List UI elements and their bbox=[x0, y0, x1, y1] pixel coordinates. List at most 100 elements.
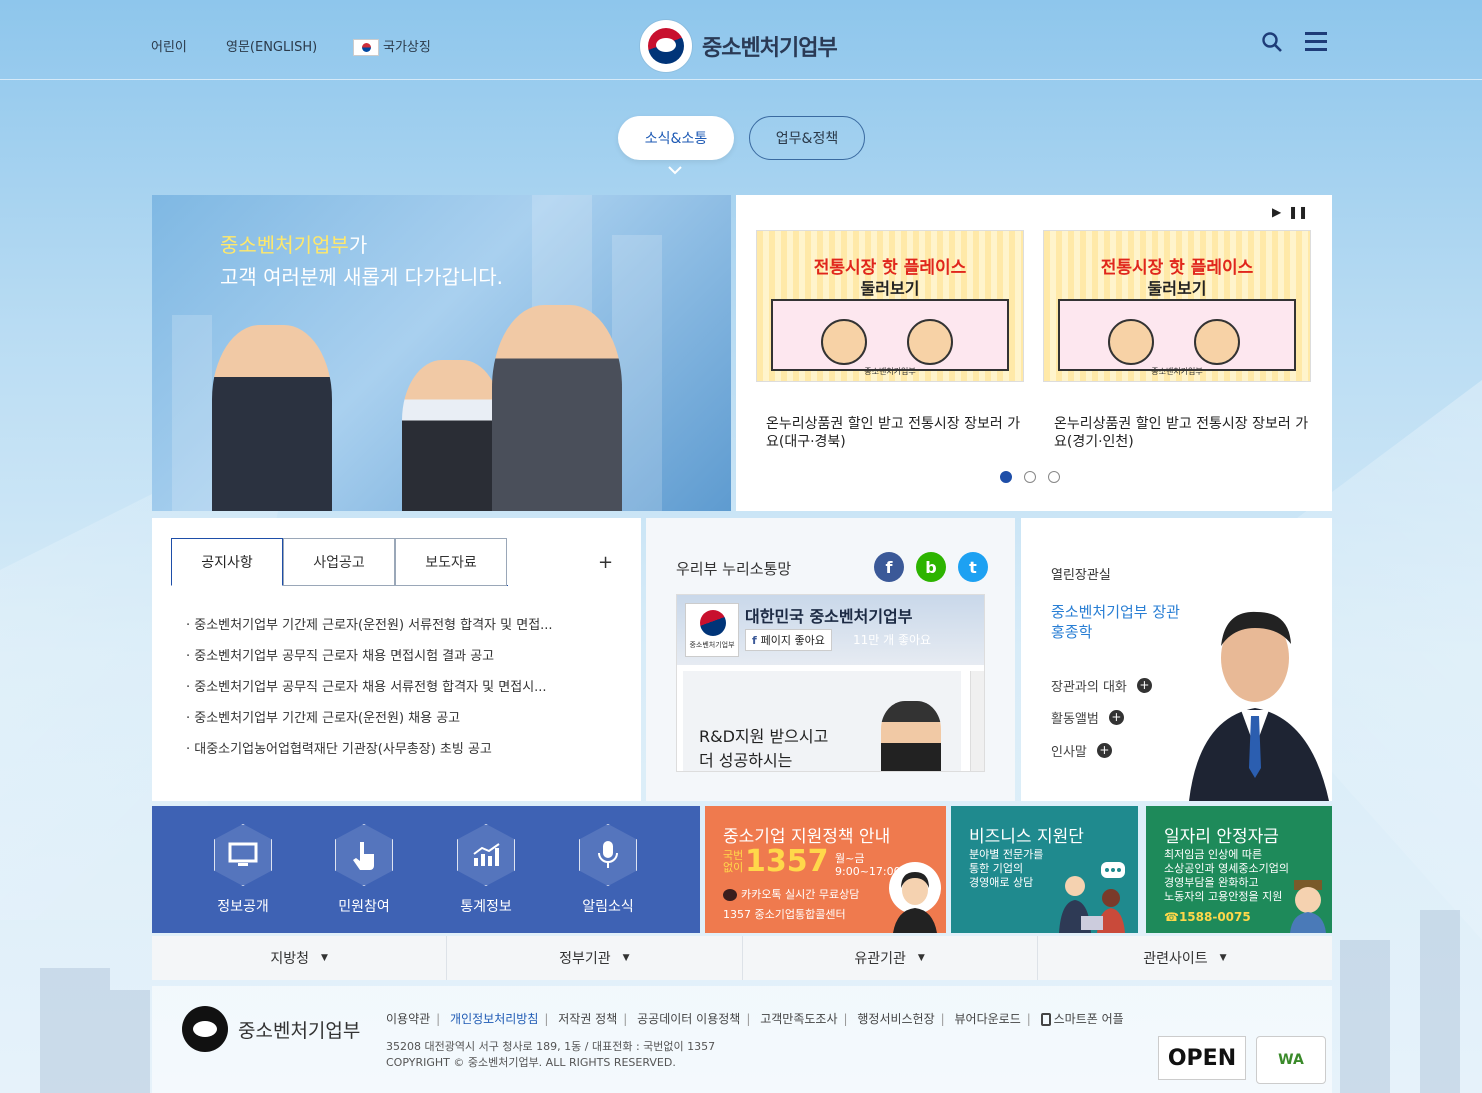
hamburger-menu-icon[interactable] bbox=[1305, 32, 1327, 52]
blog-icon[interactable]: b bbox=[916, 552, 946, 582]
plus-circle-icon: + bbox=[1136, 678, 1152, 693]
search-icon[interactable] bbox=[1262, 32, 1282, 52]
promo-line: 경영애로 상담 bbox=[969, 876, 1034, 889]
tab-work-policy[interactable]: 업무&정책 bbox=[749, 116, 865, 160]
job-stabilization-banner[interactable]: 일자리 안정자금 최저임금 인상에 따른 소상공인과 영세중소기업의 경영부담을… bbox=[1146, 806, 1332, 933]
list-item[interactable]: 대중소기업농어업협력재단 기관장(사무총장) 초빙 공고 bbox=[186, 738, 606, 769]
footer-address: 35208 대전광역시 서구 청사로 189, 1동 / 대표전화 : 국번없이… bbox=[386, 1040, 716, 1053]
policy-guide-banner[interactable]: 중소기업 지원정책 안내 국번없이 1357 월~금 9:00~17:00 카카오… bbox=[705, 806, 946, 933]
promo-line: 분야별 전문가를 bbox=[969, 848, 1044, 861]
main-banner[interactable]: 중소벤처기업부가 고객 여러분께 새롭게 다가갑니다. bbox=[152, 195, 731, 511]
taeguk-emblem-icon bbox=[700, 610, 726, 636]
footer-link-viewer-download[interactable]: 뷰어다운로드 bbox=[955, 1012, 1021, 1026]
greeting-link[interactable]: 인사말 + bbox=[1051, 741, 1112, 760]
cartoon-character-icon bbox=[1194, 319, 1240, 365]
activity-album-link[interactable]: 활동앨범 + bbox=[1051, 708, 1124, 727]
background-building bbox=[110, 990, 150, 1093]
list-item[interactable]: 중소벤처기업부 공무직 근로자 채용 서류전형 합격자 및 면접시... bbox=[186, 676, 606, 707]
list-item[interactable]: 중소벤처기업부 공무직 근로자 채용 면접시험 결과 공고 bbox=[186, 645, 606, 676]
facebook-icon[interactable]: f bbox=[874, 552, 904, 582]
footer-link-copyright[interactable]: 저작권 정책 bbox=[558, 1012, 617, 1026]
english-link[interactable]: 영문(ENGLISH) bbox=[226, 36, 317, 55]
facebook-widget[interactable]: 중소벤처기업부 대한민국 중소벤처기업부 f 페이지 좋아요 11만 개 좋아요… bbox=[676, 594, 985, 772]
monitor-icon bbox=[214, 824, 272, 886]
kakao-consult: 카카오톡 실시간 무료상담 bbox=[723, 886, 859, 902]
tab-news-communication[interactable]: 소식&소통 bbox=[618, 116, 734, 160]
regional-office-dropdown[interactable]: 지방청 ▼ bbox=[152, 936, 448, 980]
minister-name[interactable]: 중소벤처기업부 장관 홍종학 bbox=[1051, 602, 1180, 642]
scrollbar[interactable] bbox=[970, 671, 984, 771]
smartphone-app-label: 스마트폰 어플 bbox=[1053, 1012, 1124, 1026]
slider-card-caption[interactable]: 온누리상품권 할인 받고 전통시장 장보러 가요(대구·경북) bbox=[766, 415, 1026, 451]
minister-dialogue-link[interactable]: 장관과의 대화 + bbox=[1051, 676, 1152, 695]
kogl-open-badge[interactable]: OPEN bbox=[1158, 1036, 1246, 1080]
tab-press-releases[interactable]: 보도자료 bbox=[395, 538, 507, 586]
slider-page-dot[interactable] bbox=[1000, 471, 1012, 483]
business-support-banner[interactable]: 비즈니스 지원단 분야별 전문가를 통한 기업의 경영애로 상담 bbox=[951, 806, 1138, 933]
thumbnail-illustration bbox=[771, 299, 1009, 371]
slider-page-dot[interactable] bbox=[1048, 471, 1060, 483]
promo-line: 최저임금 인상에 따른 bbox=[1164, 848, 1263, 861]
microphone-icon bbox=[579, 824, 637, 886]
site-logo[interactable]: 중소벤처기업부 bbox=[640, 20, 838, 72]
twitter-icon[interactable]: t bbox=[958, 552, 988, 582]
footer-logo-text: 중소벤처기업부 bbox=[238, 1019, 361, 1042]
tab-notices[interactable]: 공지사항 bbox=[171, 538, 283, 586]
related-agency-dropdown[interactable]: 유관기관 ▼ bbox=[743, 936, 1038, 980]
post-person-image bbox=[881, 701, 941, 771]
minister-name-line: 홍종학 bbox=[1051, 623, 1093, 641]
quick-item-civil-participation[interactable]: 민원참여 bbox=[324, 824, 404, 916]
list-item[interactable]: 중소벤처기업부 기간제 근로자(운전원) 채용 공고 bbox=[186, 707, 606, 738]
facebook-page-name[interactable]: 대한민국 중소벤처기업부 bbox=[745, 603, 913, 627]
promo-line: 소상공인과 영세중소기업의 bbox=[1164, 862, 1289, 875]
play-icon[interactable]: ▶ bbox=[1272, 205, 1281, 219]
plus-circle-icon: + bbox=[1096, 743, 1112, 758]
list-item[interactable]: 중소벤처기업부 기간제 근로자(운전원) 서류전형 합격자 및 면접... bbox=[186, 614, 606, 645]
dropdown-label: 유관기관 bbox=[854, 951, 906, 967]
footer-link-smartphone-app[interactable]: 스마트폰 어플 bbox=[1040, 1012, 1130, 1026]
banner-person-image bbox=[492, 305, 622, 511]
link-label: 인사말 bbox=[1051, 745, 1087, 760]
national-symbol-label: 국가상징 bbox=[383, 40, 431, 55]
quick-item-statistics[interactable]: 통계정보 bbox=[446, 824, 526, 916]
dropdown-label: 정부기관 bbox=[559, 951, 611, 967]
footer-link-terms[interactable]: 이용약관 bbox=[386, 1012, 430, 1026]
taeguk-emblem-icon bbox=[640, 20, 692, 72]
footer-link-public-data[interactable]: 공공데이터 이용정책 bbox=[637, 1012, 740, 1026]
tab-business-announcements[interactable]: 사업공고 bbox=[283, 538, 395, 586]
footer-link-satisfaction-survey[interactable]: 고객만족도조사 bbox=[760, 1012, 837, 1026]
government-agency-dropdown[interactable]: 정부기관 ▼ bbox=[447, 936, 743, 980]
footer-copyright: COPYRIGHT © 중소벤처기업부. ALL RIGHTS RESERVED… bbox=[386, 1056, 676, 1069]
quick-item-info-disclosure[interactable]: 정보공개 bbox=[203, 824, 283, 916]
pause-icon[interactable]: ❚❚ bbox=[1288, 205, 1308, 219]
national-symbol-link[interactable]: 국가상징 bbox=[353, 36, 431, 56]
slider-page-dot[interactable] bbox=[1024, 471, 1036, 483]
quick-item-news[interactable]: 알림소식 bbox=[568, 824, 648, 916]
thumbnail-subtitle: 둘러보기 bbox=[1147, 279, 1207, 298]
promo-description: 분야별 전문가를 통한 기업의 경영애로 상담 bbox=[969, 848, 1043, 890]
slider-card-caption[interactable]: 온누리상품권 할인 받고 전통시장 장보러 가요(경기·인천) bbox=[1054, 415, 1314, 451]
facebook-like-button[interactable]: f 페이지 좋아요 bbox=[745, 629, 832, 651]
footer-link-privacy[interactable]: 개인정보처리방침 bbox=[450, 1012, 538, 1026]
footer-link-service-charter[interactable]: 행정서비스헌장 bbox=[857, 1012, 934, 1026]
caret-down-icon: ▼ bbox=[622, 953, 630, 963]
facebook-like-label: 페이지 좋아요 bbox=[760, 634, 825, 647]
footer-links: 이용약관 | 개인정보처리방침 | 저작권 정책 | 공공데이터 이용정책 | 고객만족… bbox=[386, 1010, 1136, 1027]
more-notices-button[interactable]: + bbox=[598, 552, 613, 573]
facebook-post[interactable]: R&D지원 받으시고 더 성공하시는 bbox=[683, 671, 961, 771]
facebook-like-count: 11만 개 좋아요 bbox=[853, 633, 932, 647]
call-center-label: 1357 중소기업통합콜센터 bbox=[723, 908, 846, 921]
hand-pointer-icon bbox=[335, 824, 393, 886]
minister-office-title: 열린장관실 bbox=[1051, 568, 1111, 583]
slider-card-thumbnail[interactable]: 전통시장 핫 플레이스 둘러보기 중소벤처기업부 bbox=[756, 230, 1024, 382]
background-building bbox=[1340, 940, 1390, 1093]
thumbnail-illustration bbox=[1058, 299, 1296, 371]
job-phone-number: ☎1588-0075 bbox=[1164, 910, 1251, 924]
caret-down-icon: ▼ bbox=[320, 953, 328, 963]
slider-card-thumbnail[interactable]: 전통시장 핫 플레이스 둘러보기 중소벤처기업부 bbox=[1043, 230, 1311, 382]
background-building bbox=[40, 968, 110, 1093]
web-accessibility-badge[interactable]: WA bbox=[1256, 1036, 1326, 1084]
banner-building-graphic bbox=[172, 315, 212, 511]
kids-link[interactable]: 어린이 bbox=[151, 36, 187, 55]
related-site-dropdown[interactable]: 관련사이트 ▼ bbox=[1038, 936, 1332, 980]
